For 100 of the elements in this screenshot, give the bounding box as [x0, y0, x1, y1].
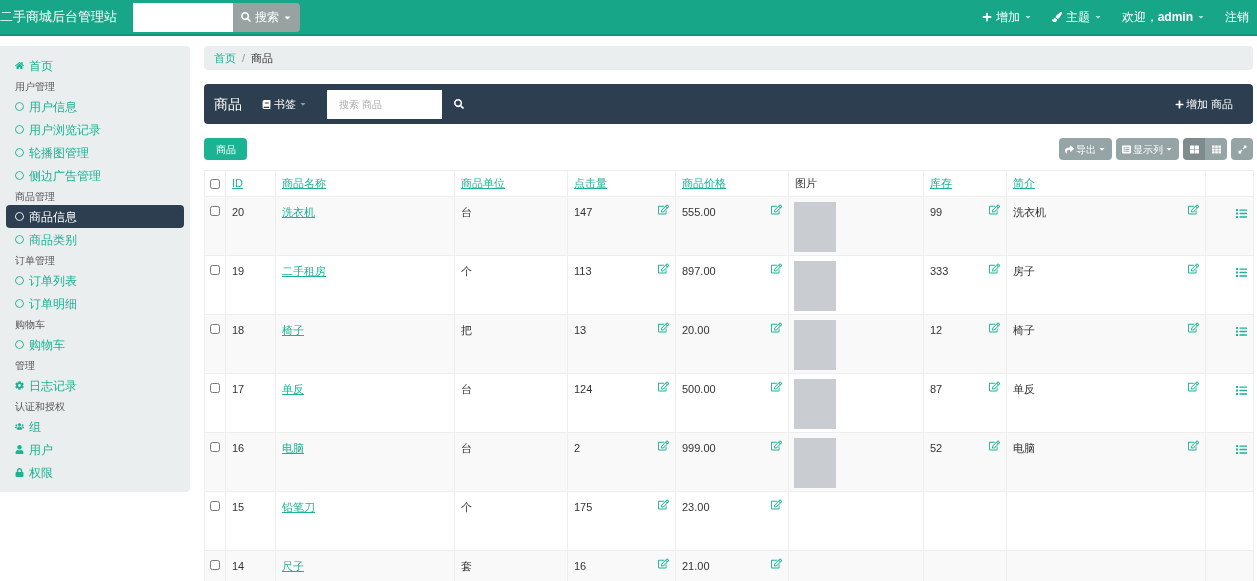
edit-icon[interactable] [658, 381, 669, 392]
nav-menu-link[interactable]: 增加 [981, 8, 1032, 26]
product-name-link[interactable]: 尺子 [282, 560, 304, 572]
search-icon[interactable] [454, 99, 464, 109]
edit-icon[interactable] [771, 204, 782, 215]
product-name-link[interactable]: 二手租房 [282, 265, 326, 277]
row-checkbox[interactable] [210, 560, 220, 570]
edit-icon[interactable] [989, 440, 1000, 451]
sidebar-item[interactable]: 用户信息 [6, 95, 184, 118]
table-cell-text: 999.00 [682, 441, 716, 456]
view-toggle-button[interactable] [1183, 138, 1205, 160]
edit-icon[interactable] [989, 322, 1000, 333]
column-header-link[interactable]: 库存 [930, 177, 952, 190]
sidebar-item[interactable]: 订单列表 [6, 269, 184, 292]
edit-icon[interactable] [1188, 440, 1199, 451]
list-icon[interactable] [1236, 266, 1247, 278]
home-icon [15, 61, 24, 70]
export-button[interactable]: 导出 [1059, 138, 1112, 160]
edit-icon[interactable] [989, 204, 1000, 215]
select-all-checkbox[interactable] [210, 179, 220, 190]
column-header-link[interactable]: 商品价格 [682, 177, 726, 190]
column-header-link[interactable]: 点击量 [574, 177, 607, 190]
sidebar-item[interactable]: 用户浏览记录 [6, 118, 184, 141]
edit-icon[interactable] [989, 263, 1000, 274]
sidebar-item[interactable]: 侧边广告管理 [6, 164, 184, 187]
product-name-link[interactable]: 单反 [282, 383, 304, 395]
user-icon [15, 445, 24, 454]
list-icon[interactable] [1236, 443, 1247, 455]
edit-icon[interactable] [771, 440, 782, 451]
table-cell: 19 [232, 265, 245, 277]
edit-icon[interactable] [658, 499, 669, 510]
breadcrumb-item[interactable]: 首页 [214, 49, 236, 67]
edit-icon[interactable] [771, 558, 782, 569]
search-button[interactable]: 搜索 [233, 2, 300, 32]
column-header-link[interactable]: 简介 [1013, 177, 1035, 190]
table-cell-text: 单反 [1013, 382, 1035, 397]
sidebar-item[interactable]: 权限 [6, 461, 184, 484]
sidebar-item[interactable]: 轮播图管理 [6, 141, 184, 164]
edit-icon[interactable] [771, 499, 782, 510]
product-name-link[interactable]: 洗衣机 [282, 206, 315, 218]
edit-icon[interactable] [989, 381, 1000, 392]
row-checkbox[interactable] [210, 206, 220, 216]
edit-icon[interactable] [658, 440, 669, 451]
columns-button[interactable]: 显示列 [1116, 138, 1179, 160]
users-icon [15, 422, 24, 431]
table-cell: 把 [461, 324, 472, 336]
table-cell-text: 洗衣机 [1013, 205, 1046, 220]
add-button[interactable]: 商品 [204, 138, 247, 160]
row-checkbox[interactable] [210, 324, 220, 334]
column-header-link[interactable]: 商品名称 [282, 177, 326, 190]
sidebar-item[interactable]: 订单明细 [6, 292, 184, 315]
edit-icon[interactable] [771, 263, 782, 274]
edit-icon[interactable] [658, 322, 669, 333]
sidebar-item[interactable]: 日志记录 [6, 374, 184, 397]
edit-icon[interactable] [658, 558, 669, 569]
edit-icon[interactable] [1188, 381, 1199, 392]
table-cell-text: 897.00 [682, 264, 716, 279]
grid-icon [1211, 144, 1221, 154]
column-header-link[interactable]: 商品单位 [461, 177, 505, 190]
row-checkbox[interactable] [210, 442, 220, 452]
edit-icon[interactable] [1188, 322, 1199, 333]
edit-icon[interactable] [658, 263, 669, 274]
sidebar-item[interactable]: 购物车 [6, 333, 184, 356]
nav-menu-link[interactable]: 欢迎，admin [1121, 8, 1205, 26]
caret-icon [1165, 145, 1173, 153]
product-name-link[interactable]: 铅笔刀 [282, 501, 315, 513]
column-header-link[interactable]: ID [232, 177, 243, 190]
sidebar-heading: 用户管理 [15, 79, 55, 94]
table-cell: 14 [232, 560, 245, 572]
fullscreen-button[interactable] [1231, 138, 1253, 160]
product-name-link[interactable]: 椅子 [282, 324, 304, 336]
list-icon[interactable] [1236, 384, 1247, 396]
panel-search-field[interactable]: 搜索 商品 [327, 89, 442, 119]
sidebar-item[interactable]: 商品类别 [6, 228, 184, 251]
list-icon[interactable] [1236, 207, 1247, 219]
edit-icon[interactable] [771, 322, 782, 333]
table-cell-text: 房子 [1013, 264, 1035, 279]
sidebar-item[interactable]: 首页 [6, 54, 184, 77]
sidebar-item[interactable]: 组 [6, 415, 184, 438]
table-cell-text: 20.00 [682, 323, 710, 338]
search-field[interactable] [133, 2, 233, 32]
nav-menu-link[interactable]: 注销 [1225, 8, 1249, 26]
edit-icon[interactable] [1188, 204, 1199, 215]
row-checkbox[interactable] [210, 501, 220, 511]
lock-icon [15, 468, 24, 477]
add-product-button[interactable]: 增加 商品 [1174, 95, 1243, 113]
row-checkbox[interactable] [210, 265, 220, 275]
sidebar-item[interactable]: 商品信息 [6, 205, 184, 228]
list-icon[interactable] [1236, 325, 1247, 337]
bookmark-button[interactable]: 书签 [262, 95, 307, 113]
product-name-link[interactable]: 电脑 [282, 442, 304, 454]
site-title: 二手商城后台管理站 [0, 9, 117, 25]
edit-icon[interactable] [658, 204, 669, 215]
edit-icon[interactable] [1188, 263, 1199, 274]
edit-icon[interactable] [771, 381, 782, 392]
row-checkbox[interactable] [210, 383, 220, 393]
sidebar-item[interactable]: 用户 [6, 438, 184, 461]
nav-menu-link[interactable]: 主题 [1051, 8, 1102, 26]
view-toggle-button[interactable] [1205, 138, 1227, 160]
plus-icon [981, 12, 992, 22]
